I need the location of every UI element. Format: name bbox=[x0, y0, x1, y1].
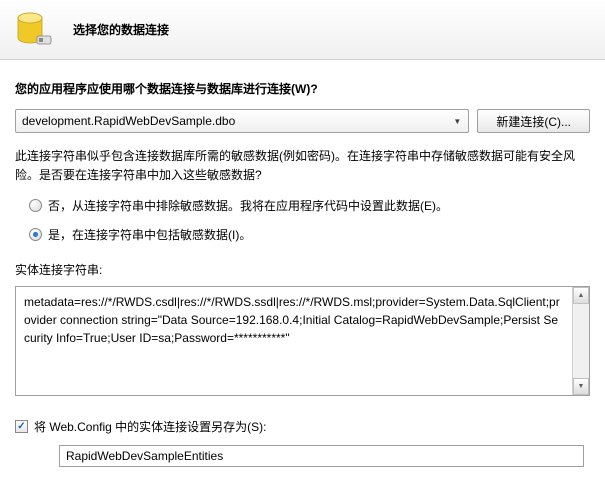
connection-question: 您的应用程序应使用哪个数据连接与数据库进行连接(W)? bbox=[15, 80, 590, 97]
save-config-row[interactable]: ✓ 将 Web.Config 中的实体连接设置另存为(S): bbox=[15, 418, 590, 435]
connstr-label: 实体连接字符串: bbox=[15, 261, 590, 278]
radio-include-row[interactable]: 是，在连接字符串中包括敏感数据(I)。 bbox=[29, 226, 590, 243]
header-title: 选择您的数据连接 bbox=[73, 21, 169, 38]
radio-exclude-row[interactable]: 否，从连接字符串中排除敏感数据。我将在应用程序代码中设置此数据(E)。 bbox=[29, 197, 590, 214]
radio-include-label: 是，在连接字符串中包括敏感数据(I)。 bbox=[48, 226, 251, 243]
content-area: 您的应用程序应使用哪个数据连接与数据库进行连接(W)? development.… bbox=[0, 60, 605, 477]
save-config-checkbox[interactable]: ✓ bbox=[15, 420, 28, 433]
connection-dropdown[interactable]: development.RapidWebDevSample.dbo ▼ bbox=[15, 109, 469, 133]
scroll-up-icon[interactable]: ▲ bbox=[573, 287, 589, 304]
radio-exclude[interactable] bbox=[29, 199, 42, 212]
database-icon bbox=[15, 10, 55, 50]
scroll-track[interactable] bbox=[573, 304, 589, 378]
chevron-down-icon: ▼ bbox=[452, 117, 462, 126]
connection-selected: development.RapidWebDevSample.dbo bbox=[22, 114, 452, 128]
save-config-label: 将 Web.Config 中的实体连接设置另存为(S): bbox=[34, 418, 266, 435]
sensitive-data-radios: 否，从连接字符串中排除敏感数据。我将在应用程序代码中设置此数据(E)。 是，在连… bbox=[15, 197, 590, 243]
wizard-header: 选择您的数据连接 bbox=[0, 0, 605, 60]
radio-include[interactable] bbox=[29, 228, 42, 241]
new-connection-button[interactable]: 新建连接(C)... bbox=[477, 109, 590, 133]
sensitive-data-warning: 此连接字符串似乎包含连接数据库所需的敏感数据(例如密码)。在连接字符串中存储敏感… bbox=[15, 147, 590, 185]
connection-string-text[interactable]: metadata=res://*/RWDS.csdl|res://*/RWDS.… bbox=[16, 287, 572, 395]
vertical-scrollbar[interactable]: ▲ ▼ bbox=[572, 287, 589, 395]
scroll-down-icon[interactable]: ▼ bbox=[573, 378, 589, 395]
entity-name-input[interactable]: RapidWebDevSampleEntities bbox=[59, 445, 584, 467]
radio-exclude-label: 否，从连接字符串中排除敏感数据。我将在应用程序代码中设置此数据(E)。 bbox=[48, 197, 448, 214]
connection-string-box: metadata=res://*/RWDS.csdl|res://*/RWDS.… bbox=[15, 286, 590, 396]
connection-row: development.RapidWebDevSample.dbo ▼ 新建连接… bbox=[15, 109, 590, 133]
entity-name-value: RapidWebDevSampleEntities bbox=[66, 449, 223, 463]
